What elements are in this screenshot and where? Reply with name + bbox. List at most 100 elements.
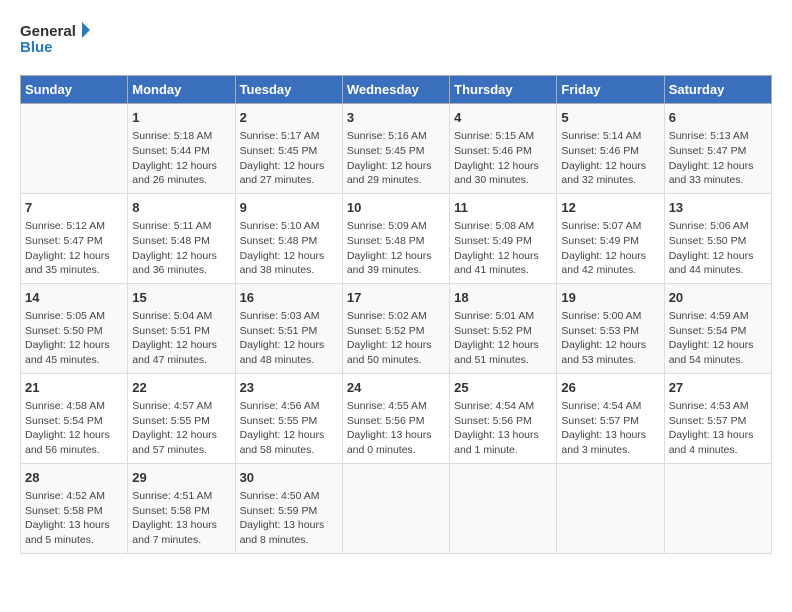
day-info: Sunrise: 5:04 AM Sunset: 5:51 PM Dayligh… — [132, 309, 230, 368]
day-number: 13 — [669, 199, 767, 217]
day-number: 3 — [347, 109, 445, 127]
day-cell: 21 Sunrise: 4:58 AM Sunset: 5:54 PM Dayli… — [21, 373, 128, 463]
day-cell: 2 Sunrise: 5:17 AM Sunset: 5:45 PM Daylig… — [235, 104, 342, 194]
day-info: Sunrise: 4:53 AM Sunset: 5:57 PM Dayligh… — [669, 399, 767, 458]
day-info: Sunrise: 5:12 AM Sunset: 5:47 PM Dayligh… — [25, 219, 123, 278]
day-cell — [342, 463, 449, 553]
day-info: Sunrise: 5:17 AM Sunset: 5:45 PM Dayligh… — [240, 129, 338, 188]
day-cell: 3 Sunrise: 5:16 AM Sunset: 5:45 PM Daylig… — [342, 104, 449, 194]
day-info: Sunrise: 5:03 AM Sunset: 5:51 PM Dayligh… — [240, 309, 338, 368]
day-number: 22 — [132, 379, 230, 397]
day-cell — [557, 463, 664, 553]
day-cell: 16Sunrise: 5:03 AM Sunset: 5:51 PM Dayli… — [235, 283, 342, 373]
column-header-sunday: Sunday — [21, 76, 128, 104]
week-row-3: 14 Sunrise: 5:05 AM Sunset: 5:50 PM Dayli… — [21, 283, 772, 373]
day-info: Sunrise: 4:56 AM Sunset: 5:55 PM Dayligh… — [240, 399, 338, 458]
day-info: Sunrise: 4:59 AM Sunset: 5:54 PM Dayligh… — [669, 309, 767, 368]
day-cell: 24 Sunrise: 4:55 AM Sunset: 5:56 PM Dayli… — [342, 373, 449, 463]
day-info: Sunrise: 4:54 AM Sunset: 5:57 PM Dayligh… — [561, 399, 659, 458]
day-cell: 30 Sunrise: 4:50 AM Sunset: 5:59 PM Dayli… — [235, 463, 342, 553]
day-info: Sunrise: 5:13 AM Sunset: 5:47 PM Dayligh… — [669, 129, 767, 188]
day-number: 17 — [347, 289, 445, 307]
day-cell: 19 Sunrise: 5:00 AM Sunset: 5:53 PM Dayli… — [557, 283, 664, 373]
day-number: 14 — [25, 289, 123, 307]
column-header-saturday: Saturday — [664, 76, 771, 104]
day-cell: 23Sunrise: 4:56 AM Sunset: 5:55 PM Dayli… — [235, 373, 342, 463]
day-info: Sunrise: 5:07 AM Sunset: 5:49 PM Dayligh… — [561, 219, 659, 278]
logo: General Blue — [20, 20, 90, 65]
day-cell: 29 Sunrise: 4:51 AM Sunset: 5:58 PM Dayli… — [128, 463, 235, 553]
day-info: Sunrise: 5:18 AM Sunset: 5:44 PM Dayligh… — [132, 129, 230, 188]
column-header-friday: Friday — [557, 76, 664, 104]
day-info: Sunrise: 5:16 AM Sunset: 5:45 PM Dayligh… — [347, 129, 445, 188]
day-number: 5 — [561, 109, 659, 127]
calendar-table: SundayMondayTuesdayWednesdayThursdayFrid… — [20, 75, 772, 554]
week-row-2: 7 Sunrise: 5:12 AM Sunset: 5:47 PM Daylig… — [21, 193, 772, 283]
svg-text:Blue: Blue — [20, 39, 53, 56]
column-header-thursday: Thursday — [450, 76, 557, 104]
day-info: Sunrise: 5:06 AM Sunset: 5:50 PM Dayligh… — [669, 219, 767, 278]
day-number: 19 — [561, 289, 659, 307]
column-headers: SundayMondayTuesdayWednesdayThursdayFrid… — [21, 76, 772, 104]
week-row-5: 28 Sunrise: 4:52 AM Sunset: 5:58 PM Dayli… — [21, 463, 772, 553]
day-cell: 7 Sunrise: 5:12 AM Sunset: 5:47 PM Daylig… — [21, 193, 128, 283]
day-number: 12 — [561, 199, 659, 217]
day-number: 30 — [240, 469, 338, 487]
day-number: 20 — [669, 289, 767, 307]
day-cell: 17 Sunrise: 5:02 AM Sunset: 5:52 PM Dayli… — [342, 283, 449, 373]
day-cell: 27Sunrise: 4:53 AM Sunset: 5:57 PM Dayli… — [664, 373, 771, 463]
day-info: Sunrise: 5:08 AM Sunset: 5:49 PM Dayligh… — [454, 219, 552, 278]
day-number: 11 — [454, 199, 552, 217]
day-info: Sunrise: 4:57 AM Sunset: 5:55 PM Dayligh… — [132, 399, 230, 458]
day-number: 10 — [347, 199, 445, 217]
day-cell — [21, 104, 128, 194]
day-cell: 25Sunrise: 4:54 AM Sunset: 5:56 PM Dayli… — [450, 373, 557, 463]
day-number: 21 — [25, 379, 123, 397]
day-number: 2 — [240, 109, 338, 127]
day-cell: 12 Sunrise: 5:07 AM Sunset: 5:49 PM Dayli… — [557, 193, 664, 283]
day-info: Sunrise: 5:09 AM Sunset: 5:48 PM Dayligh… — [347, 219, 445, 278]
week-row-1: 1 Sunrise: 5:18 AM Sunset: 5:44 PM Daylig… — [21, 104, 772, 194]
day-info: Sunrise: 5:14 AM Sunset: 5:46 PM Dayligh… — [561, 129, 659, 188]
day-info: Sunrise: 4:55 AM Sunset: 5:56 PM Dayligh… — [347, 399, 445, 458]
day-number: 6 — [669, 109, 767, 127]
generalblue-logo-icon: General Blue — [20, 20, 90, 65]
day-number: 18 — [454, 289, 552, 307]
day-cell: 8Sunrise: 5:11 AM Sunset: 5:48 PM Daylig… — [128, 193, 235, 283]
day-cell: 14 Sunrise: 5:05 AM Sunset: 5:50 PM Dayli… — [21, 283, 128, 373]
day-cell: 6 Sunrise: 5:13 AM Sunset: 5:47 PM Daylig… — [664, 104, 771, 194]
day-cell: 5 Sunrise: 5:14 AM Sunset: 5:46 PM Daylig… — [557, 104, 664, 194]
day-cell: 9 Sunrise: 5:10 AM Sunset: 5:48 PM Daylig… — [235, 193, 342, 283]
column-header-tuesday: Tuesday — [235, 76, 342, 104]
day-info: Sunrise: 4:52 AM Sunset: 5:58 PM Dayligh… — [25, 489, 123, 548]
week-row-4: 21 Sunrise: 4:58 AM Sunset: 5:54 PM Dayli… — [21, 373, 772, 463]
column-header-wednesday: Wednesday — [342, 76, 449, 104]
day-number: 9 — [240, 199, 338, 217]
day-info: Sunrise: 5:02 AM Sunset: 5:52 PM Dayligh… — [347, 309, 445, 368]
day-cell — [450, 463, 557, 553]
day-number: 1 — [132, 109, 230, 127]
day-info: Sunrise: 5:10 AM Sunset: 5:48 PM Dayligh… — [240, 219, 338, 278]
day-cell: 22 Sunrise: 4:57 AM Sunset: 5:55 PM Dayli… — [128, 373, 235, 463]
day-cell: 1 Sunrise: 5:18 AM Sunset: 5:44 PM Daylig… — [128, 104, 235, 194]
day-info: Sunrise: 4:58 AM Sunset: 5:54 PM Dayligh… — [25, 399, 123, 458]
day-number: 4 — [454, 109, 552, 127]
day-number: 29 — [132, 469, 230, 487]
day-cell: 4Sunrise: 5:15 AM Sunset: 5:46 PM Daylig… — [450, 104, 557, 194]
day-info: Sunrise: 4:50 AM Sunset: 5:59 PM Dayligh… — [240, 489, 338, 548]
day-cell: 18Sunrise: 5:01 AM Sunset: 5:52 PM Dayli… — [450, 283, 557, 373]
day-cell — [664, 463, 771, 553]
day-number: 28 — [25, 469, 123, 487]
day-info: Sunrise: 4:51 AM Sunset: 5:58 PM Dayligh… — [132, 489, 230, 548]
day-number: 24 — [347, 379, 445, 397]
day-cell: 13 Sunrise: 5:06 AM Sunset: 5:50 PM Dayli… — [664, 193, 771, 283]
day-number: 7 — [25, 199, 123, 217]
day-number: 25 — [454, 379, 552, 397]
column-header-monday: Monday — [128, 76, 235, 104]
day-info: Sunrise: 5:05 AM Sunset: 5:50 PM Dayligh… — [25, 309, 123, 368]
day-number: 15 — [132, 289, 230, 307]
day-info: Sunrise: 5:00 AM Sunset: 5:53 PM Dayligh… — [561, 309, 659, 368]
header: General Blue — [20, 20, 772, 65]
day-cell: 26Sunrise: 4:54 AM Sunset: 5:57 PM Dayli… — [557, 373, 664, 463]
day-cell: 20 Sunrise: 4:59 AM Sunset: 5:54 PM Dayli… — [664, 283, 771, 373]
